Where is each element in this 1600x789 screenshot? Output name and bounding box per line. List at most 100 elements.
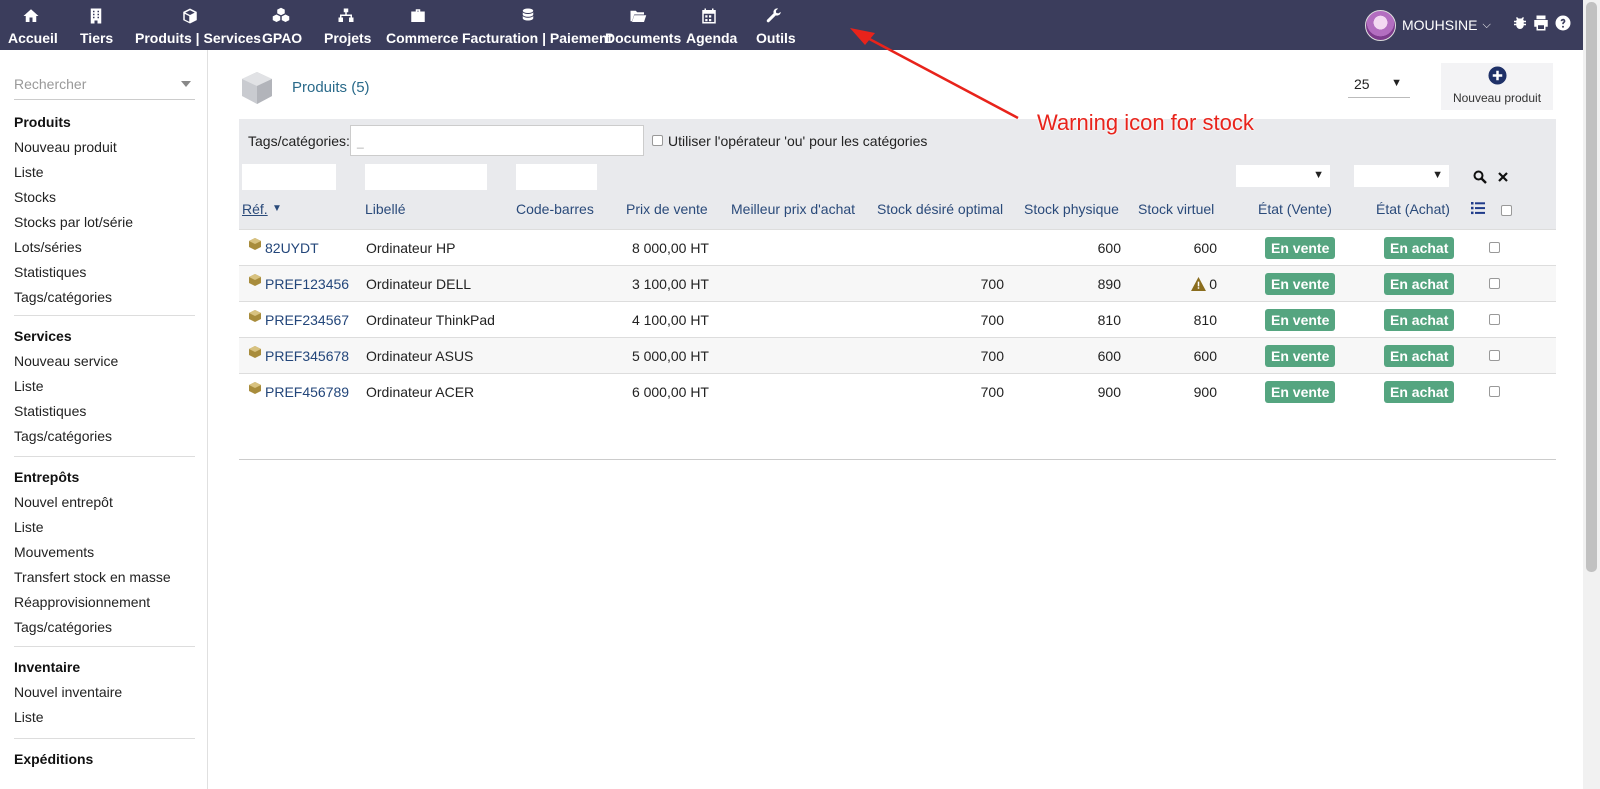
col-header-sell-status[interactable]: État (Vente) xyxy=(1258,201,1332,217)
nav-accueil[interactable]: Accueil xyxy=(8,0,58,50)
status-badge-buy[interactable]: En achat xyxy=(1384,381,1455,403)
filter-ref-input[interactable] xyxy=(242,164,336,190)
col-header-barcode[interactable]: Code-barres xyxy=(516,201,594,217)
nav-facturation[interactable]: Facturation | Paiement xyxy=(462,0,612,50)
search-icon[interactable] xyxy=(1473,170,1487,184)
menu-link-nouveau-produit[interactable]: Nouveau produit xyxy=(14,135,195,160)
menu-link-nouvel-inventaire[interactable]: Nouvel inventaire xyxy=(14,680,195,705)
product-ref-link[interactable]: PREF345678 xyxy=(265,348,349,364)
home-icon xyxy=(8,7,54,31)
annotation-label: Warning icon for stock xyxy=(1037,110,1254,135)
status-badge-sell[interactable]: En vente xyxy=(1265,273,1336,295)
product-label: Ordinateur ThinkPad xyxy=(366,312,495,328)
menu-link-tags[interactable]: Tags/catégories xyxy=(14,424,195,449)
page-size-select[interactable]: 25 ▼ xyxy=(1348,74,1410,98)
nav-gpao[interactable]: GPAO xyxy=(262,0,302,50)
menu-link-nouveau-service[interactable]: Nouveau service xyxy=(14,349,195,374)
chevron-down-icon: ⌵ xyxy=(1482,18,1491,31)
status-badge-sell[interactable]: En vente xyxy=(1265,381,1336,403)
menu-link-liste[interactable]: Liste xyxy=(14,515,195,540)
table-bottom-border xyxy=(239,459,1556,460)
status-badge-buy[interactable]: En achat xyxy=(1384,309,1455,331)
filter-label-input[interactable] xyxy=(365,164,487,190)
row-checkbox[interactable] xyxy=(1489,242,1500,253)
or-operator-label: Utiliser l'opérateur 'ou' pour les catég… xyxy=(668,133,928,149)
product-icon xyxy=(249,274,261,286)
menu-link-tags[interactable]: Tags/catégories xyxy=(14,285,195,310)
sort-down-icon[interactable]: ▼ xyxy=(272,203,282,214)
product-label: Ordinateur DELL xyxy=(366,276,472,292)
row-checkbox[interactable] xyxy=(1489,278,1500,289)
physical-stock: 600 xyxy=(1097,240,1121,256)
col-header-desired-stock[interactable]: Stock désiré optimal xyxy=(877,201,1003,217)
col-header-ref-label: Réf. xyxy=(242,201,268,217)
col-header-virtual-stock[interactable]: Stock virtuel xyxy=(1138,201,1214,217)
menu-link-liste[interactable]: Liste xyxy=(14,705,195,730)
sale-price: 3 100,00 HT xyxy=(631,276,709,292)
desired-stock: 700 xyxy=(980,348,1004,364)
menu-link-statistiques[interactable]: Statistiques xyxy=(14,399,195,424)
nav-projets[interactable]: Projets xyxy=(324,0,371,50)
product-ref-link[interactable]: 82UYDT xyxy=(265,240,319,256)
menu-link-stocks-lot[interactable]: Stocks par lot/série xyxy=(14,210,195,235)
bug-icon[interactable] xyxy=(1511,14,1531,34)
menu-link-mouvements[interactable]: Mouvements xyxy=(14,540,195,565)
menu-link-transfert[interactable]: Transfert stock en masse xyxy=(14,565,195,590)
new-product-label: Nouveau produit xyxy=(1452,91,1542,105)
filter-sell-status-select[interactable]: ▼ xyxy=(1236,165,1330,187)
list-select-icon[interactable] xyxy=(1471,201,1485,215)
status-badge-buy[interactable]: En achat xyxy=(1384,273,1455,295)
row-checkbox[interactable] xyxy=(1489,386,1500,397)
nav-documents[interactable]: Documents xyxy=(605,0,681,50)
search-select[interactable]: Rechercher xyxy=(14,76,195,100)
menu-link-tags[interactable]: Tags/catégories xyxy=(14,615,195,640)
col-header-buy-status[interactable]: État (Achat) xyxy=(1376,201,1450,217)
product-ref-link[interactable]: PREF234567 xyxy=(265,312,349,328)
menu-link-reappro[interactable]: Réapprovisionnement xyxy=(14,590,195,615)
product-ref-link[interactable]: PREF123456 xyxy=(265,276,349,292)
menu-link-stocks[interactable]: Stocks xyxy=(14,185,195,210)
tags-filter-input[interactable]: _ xyxy=(350,125,644,156)
row-checkbox[interactable] xyxy=(1489,350,1500,361)
close-icon[interactable] xyxy=(1496,170,1510,184)
nav-tiers[interactable]: Tiers xyxy=(80,0,113,50)
page-size-value: 25 xyxy=(1354,76,1370,92)
virtual-stock: 0 xyxy=(1209,276,1217,292)
caret-down-icon: ▼ xyxy=(1391,77,1402,89)
col-header-ref[interactable]: Réf. xyxy=(242,201,268,217)
nav-outils[interactable]: Outils xyxy=(756,0,796,50)
status-badge-sell[interactable]: En vente xyxy=(1265,309,1336,331)
filter-barcode-input[interactable] xyxy=(516,164,597,190)
nav-commerce[interactable]: Commerce xyxy=(386,0,458,50)
filter-buy-status-select[interactable]: ▼ xyxy=(1354,165,1449,187)
col-header-libelle[interactable]: Libellé xyxy=(365,201,405,217)
new-product-button[interactable]: Nouveau produit xyxy=(1441,63,1553,110)
cubes-icon xyxy=(262,7,300,31)
row-checkbox[interactable] xyxy=(1489,314,1500,325)
or-operator-checkbox[interactable] xyxy=(652,135,663,146)
status-badge-buy[interactable]: En achat xyxy=(1384,345,1455,367)
menu-link-liste[interactable]: Liste xyxy=(14,374,195,399)
nav-produits-services[interactable]: Produits | Services xyxy=(135,0,261,50)
coins-icon xyxy=(462,7,594,31)
table-row: 82UYDT Ordinateur HP 8 000,00 HT 600 600 En v… xyxy=(239,229,1556,265)
menu-link-statistiques[interactable]: Statistiques xyxy=(14,260,195,285)
menu-link-liste[interactable]: Liste xyxy=(14,160,195,185)
divider xyxy=(14,738,195,739)
col-header-best-buy[interactable]: Meilleur prix d'achat xyxy=(731,201,855,217)
help-icon[interactable] xyxy=(1554,14,1574,34)
menu-link-nouvel-entrepot[interactable]: Nouvel entrepôt xyxy=(14,490,195,515)
col-header-physical-stock[interactable]: Stock physique xyxy=(1024,201,1119,217)
status-badge-buy[interactable]: En achat xyxy=(1384,237,1455,259)
col-header-price[interactable]: Prix de vente xyxy=(626,201,708,217)
menu-link-lots-series[interactable]: Lots/séries xyxy=(14,235,195,260)
status-badge-sell[interactable]: En vente xyxy=(1265,345,1336,367)
product-ref-link[interactable]: PREF456789 xyxy=(265,384,349,400)
nav-agenda[interactable]: Agenda xyxy=(686,0,737,50)
vertical-scrollbar[interactable] xyxy=(1583,0,1600,789)
select-all-checkbox[interactable] xyxy=(1501,205,1512,216)
scrollbar-thumb[interactable] xyxy=(1586,2,1597,572)
user-menu[interactable]: MOUHSINE ⌵ xyxy=(1365,8,1491,42)
print-icon[interactable] xyxy=(1532,14,1552,34)
status-badge-sell[interactable]: En vente xyxy=(1265,237,1336,259)
